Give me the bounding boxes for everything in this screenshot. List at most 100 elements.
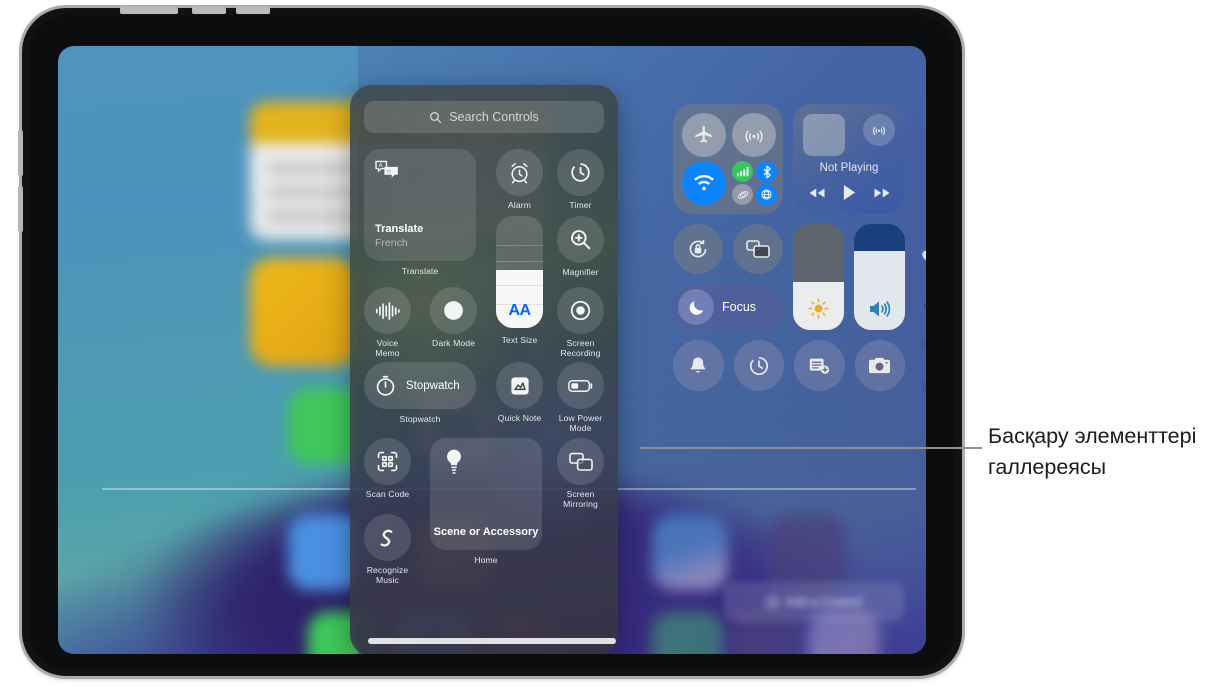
gallery-item-voice-memo[interactable]: Voice Memo (364, 287, 411, 358)
focus-button[interactable]: Focus (673, 284, 783, 330)
timer-button[interactable] (733, 340, 784, 391)
voice-memo-button[interactable] (364, 287, 411, 334)
gallery-item-screen-mirroring[interactable]: Screen Mirroring (557, 438, 604, 509)
media-status-label: Not Playing (819, 162, 879, 174)
alarm-label: Alarm (508, 200, 531, 210)
device-top-button-2[interactable] (192, 7, 226, 14)
gallery-item-text-size[interactable]: AA (496, 216, 543, 328)
circle-half-icon (444, 301, 463, 320)
cellular-data-button[interactable] (732, 161, 753, 182)
rewind-icon (809, 188, 824, 197)
add-a-control-label: Add a Control (785, 595, 862, 609)
rotation-lock-icon (689, 239, 707, 258)
stage-manager-button[interactable] (733, 224, 783, 274)
airplay-button[interactable] (863, 114, 895, 146)
screen-mirroring-label: Screen Mirroring (563, 489, 598, 510)
hotspot-globe-icon (761, 189, 772, 200)
device-top-button-1[interactable] (120, 7, 178, 14)
dark-mode-label: Dark Mode (432, 338, 475, 348)
gallery-item-stopwatch[interactable]: Stopwatch Stopwatch (364, 362, 476, 424)
low-power-mode-button[interactable] (557, 362, 604, 409)
timer-gallery-button[interactable] (557, 149, 604, 196)
screen-recording-button[interactable] (557, 287, 604, 334)
music-note-icon[interactable] (922, 292, 926, 308)
gallery-item-translate[interactable]: A ☆ Translate French Translate (364, 149, 476, 276)
gallery-item-magnifier[interactable]: Magnifier (557, 216, 604, 277)
rewind-button[interactable] (808, 187, 826, 199)
volume-slider[interactable] (854, 224, 905, 330)
text-size-value: AA (508, 302, 531, 319)
svg-text:A: A (379, 163, 383, 169)
airplane-mode-button[interactable] (682, 113, 726, 157)
broadcast-icon[interactable] (920, 336, 926, 352)
satellite-button[interactable] (732, 184, 753, 205)
album-art-placeholder (803, 114, 845, 156)
gallery-item-recognize-music[interactable]: Recognize Music (364, 514, 411, 585)
wifi-button[interactable] (682, 161, 726, 205)
volume-up-button[interactable] (18, 130, 23, 176)
play-button[interactable] (842, 184, 857, 201)
home-scene-tile[interactable]: Scene or Accessory (430, 438, 542, 550)
media-playback-module[interactable]: Not Playing (793, 104, 905, 214)
magnifier-button[interactable] (557, 216, 604, 263)
silent-mode-button[interactable] (673, 340, 724, 391)
translate-icon: A ☆ (374, 159, 400, 181)
screen-mirroring-button[interactable] (557, 438, 604, 485)
control-center-sliders (793, 224, 905, 330)
add-a-control-button[interactable]: Add a Control (724, 582, 904, 622)
quick-note-button[interactable] (794, 340, 845, 391)
control-center-row-toggles: Focus (673, 224, 905, 330)
screenshot-root: Add a Control Not Playing Focus Search C… (0, 0, 1205, 692)
gallery-item-home[interactable]: Scene or Accessory Home (430, 438, 542, 565)
connectivity-module (673, 104, 783, 214)
controls-gallery-grid: A ☆ Translate French Translate Alarm Tim… (364, 143, 604, 654)
device-top-button-3[interactable] (236, 7, 270, 14)
controls-gallery-panel: Search Controls A ☆ Translate French Tra… (350, 85, 618, 654)
timer-icon (749, 356, 768, 375)
translate-tile[interactable]: A ☆ Translate French (364, 149, 476, 261)
ipad-device: Add a Control Not Playing Focus Search C… (18, 7, 962, 676)
gallery-item-timer[interactable]: Timer (557, 149, 604, 210)
fast-forward-button[interactable] (873, 187, 891, 199)
dark-mode-button[interactable] (430, 287, 477, 334)
lightbulb-icon (444, 448, 464, 476)
brightness-slider[interactable] (793, 224, 844, 330)
gallery-item-low-power-mode[interactable]: Low Power Mode (557, 362, 604, 433)
airdrop-button[interactable] (732, 113, 776, 157)
bluetooth-button[interactable] (756, 161, 777, 182)
control-center-row-quick-actions (673, 340, 905, 391)
home-indicator[interactable] (368, 638, 616, 644)
sun-icon (793, 297, 844, 320)
gallery-item-quick-note[interactable]: Quick Note (496, 362, 543, 423)
airplay-icon (873, 126, 885, 136)
gallery-item-alarm[interactable]: Alarm (496, 149, 543, 210)
camera-button[interactable] (854, 340, 905, 391)
volume-down-button[interactable] (18, 186, 23, 232)
airdrop-icon (745, 130, 763, 143)
alarm-button[interactable] (496, 149, 543, 196)
stopwatch-pill[interactable]: Stopwatch (364, 362, 476, 409)
stage-manager-icon (746, 240, 770, 258)
search-icon (429, 111, 442, 124)
rotation-lock-button[interactable] (673, 224, 723, 274)
waveform-icon (375, 301, 400, 320)
magnifier-label: Magnifier (562, 267, 599, 277)
gallery-item-scan-code[interactable]: Scan Code (364, 438, 411, 499)
text-size-slider[interactable]: AA (496, 216, 543, 328)
circle-icon[interactable] (922, 380, 926, 393)
gallery-item-dark-mode[interactable]: Dark Mode (430, 287, 477, 348)
search-controls-field[interactable]: Search Controls (364, 101, 604, 133)
airplane-icon (695, 125, 713, 143)
heart-icon[interactable] (921, 249, 926, 264)
wifi-icon (694, 174, 714, 191)
low-power-mode-label: Low Power Mode (558, 413, 603, 434)
translate-tile-title: Translate (375, 223, 424, 235)
screen-mirroring-icon (568, 452, 593, 471)
scan-code-button[interactable] (364, 438, 411, 485)
personal-hotspot-button[interactable] (756, 184, 777, 205)
recognize-music-button[interactable] (364, 514, 411, 561)
gallery-item-screen-recording[interactable]: Screen Recording (557, 287, 604, 358)
bell-icon (690, 356, 706, 373)
stopwatch-caption: Stopwatch (399, 414, 441, 424)
quick-note-gallery-button[interactable] (496, 362, 543, 409)
